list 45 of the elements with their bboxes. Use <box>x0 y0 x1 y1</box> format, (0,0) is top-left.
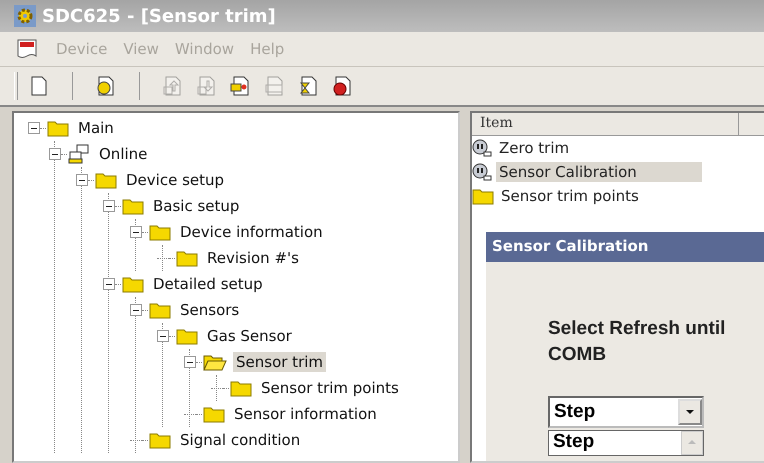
list-item[interactable]: Zero trim <box>496 138 702 158</box>
collapse-toggle[interactable] <box>157 330 169 342</box>
dialog-title: Sensor Calibration <box>486 232 764 262</box>
folder-icon <box>176 249 198 267</box>
tree-item[interactable]: Main <box>75 118 117 138</box>
collapse-toggle[interactable] <box>76 174 88 186</box>
folder-icon <box>472 187 494 205</box>
tree-item[interactable]: Sensors <box>177 300 242 320</box>
tree-item[interactable]: Sensor trim points <box>258 378 402 398</box>
step-dropdown[interactable]: Step <box>548 396 704 428</box>
folder-icon <box>122 197 144 215</box>
folder-icon <box>203 405 225 423</box>
collapse-toggle[interactable] <box>103 200 115 212</box>
tree-item[interactable]: Device setup <box>123 170 228 190</box>
tree-item[interactable]: Detailed setup <box>150 274 266 294</box>
tree-item[interactable]: Online <box>96 144 150 164</box>
collapse-toggle[interactable] <box>103 278 115 290</box>
folder-icon <box>149 223 171 241</box>
tree-item[interactable]: Sensor information <box>231 404 380 424</box>
collapse-toggle[interactable] <box>28 122 40 134</box>
instruction-text: Select Refresh until <box>548 317 726 341</box>
folder-icon <box>47 119 69 137</box>
tree-item[interactable]: Basic setup <box>150 196 242 216</box>
network-icon <box>68 144 90 164</box>
tree-item[interactable]: Gas Sensor <box>204 326 295 346</box>
collapse-toggle[interactable] <box>130 226 142 238</box>
folder-icon <box>230 379 252 397</box>
window-title: SDC625 - [Sensor trim] <box>42 6 276 26</box>
folder-icon <box>149 301 171 319</box>
folder-icon <box>149 431 171 449</box>
collapse-toggle[interactable] <box>184 356 196 368</box>
list-item[interactable]: Sensor trim points <box>498 186 704 206</box>
tree-item[interactable]: Sensor trim <box>233 352 326 372</box>
collapse-toggle[interactable] <box>49 148 61 160</box>
folder-icon <box>95 171 117 189</box>
gear-icon <box>14 5 36 27</box>
collapse-toggle[interactable] <box>130 304 142 316</box>
folder-icon <box>122 275 144 293</box>
instruction-text: COMB <box>548 343 608 367</box>
tree-item[interactable]: Revision #'s <box>204 248 302 268</box>
tree-item[interactable]: Device information <box>177 222 326 242</box>
open-folder-icon <box>203 353 227 371</box>
list-item[interactable]: Sensor Calibration <box>496 162 702 182</box>
tree-item[interactable]: Signal condition <box>177 430 304 450</box>
folder-icon <box>176 327 198 345</box>
